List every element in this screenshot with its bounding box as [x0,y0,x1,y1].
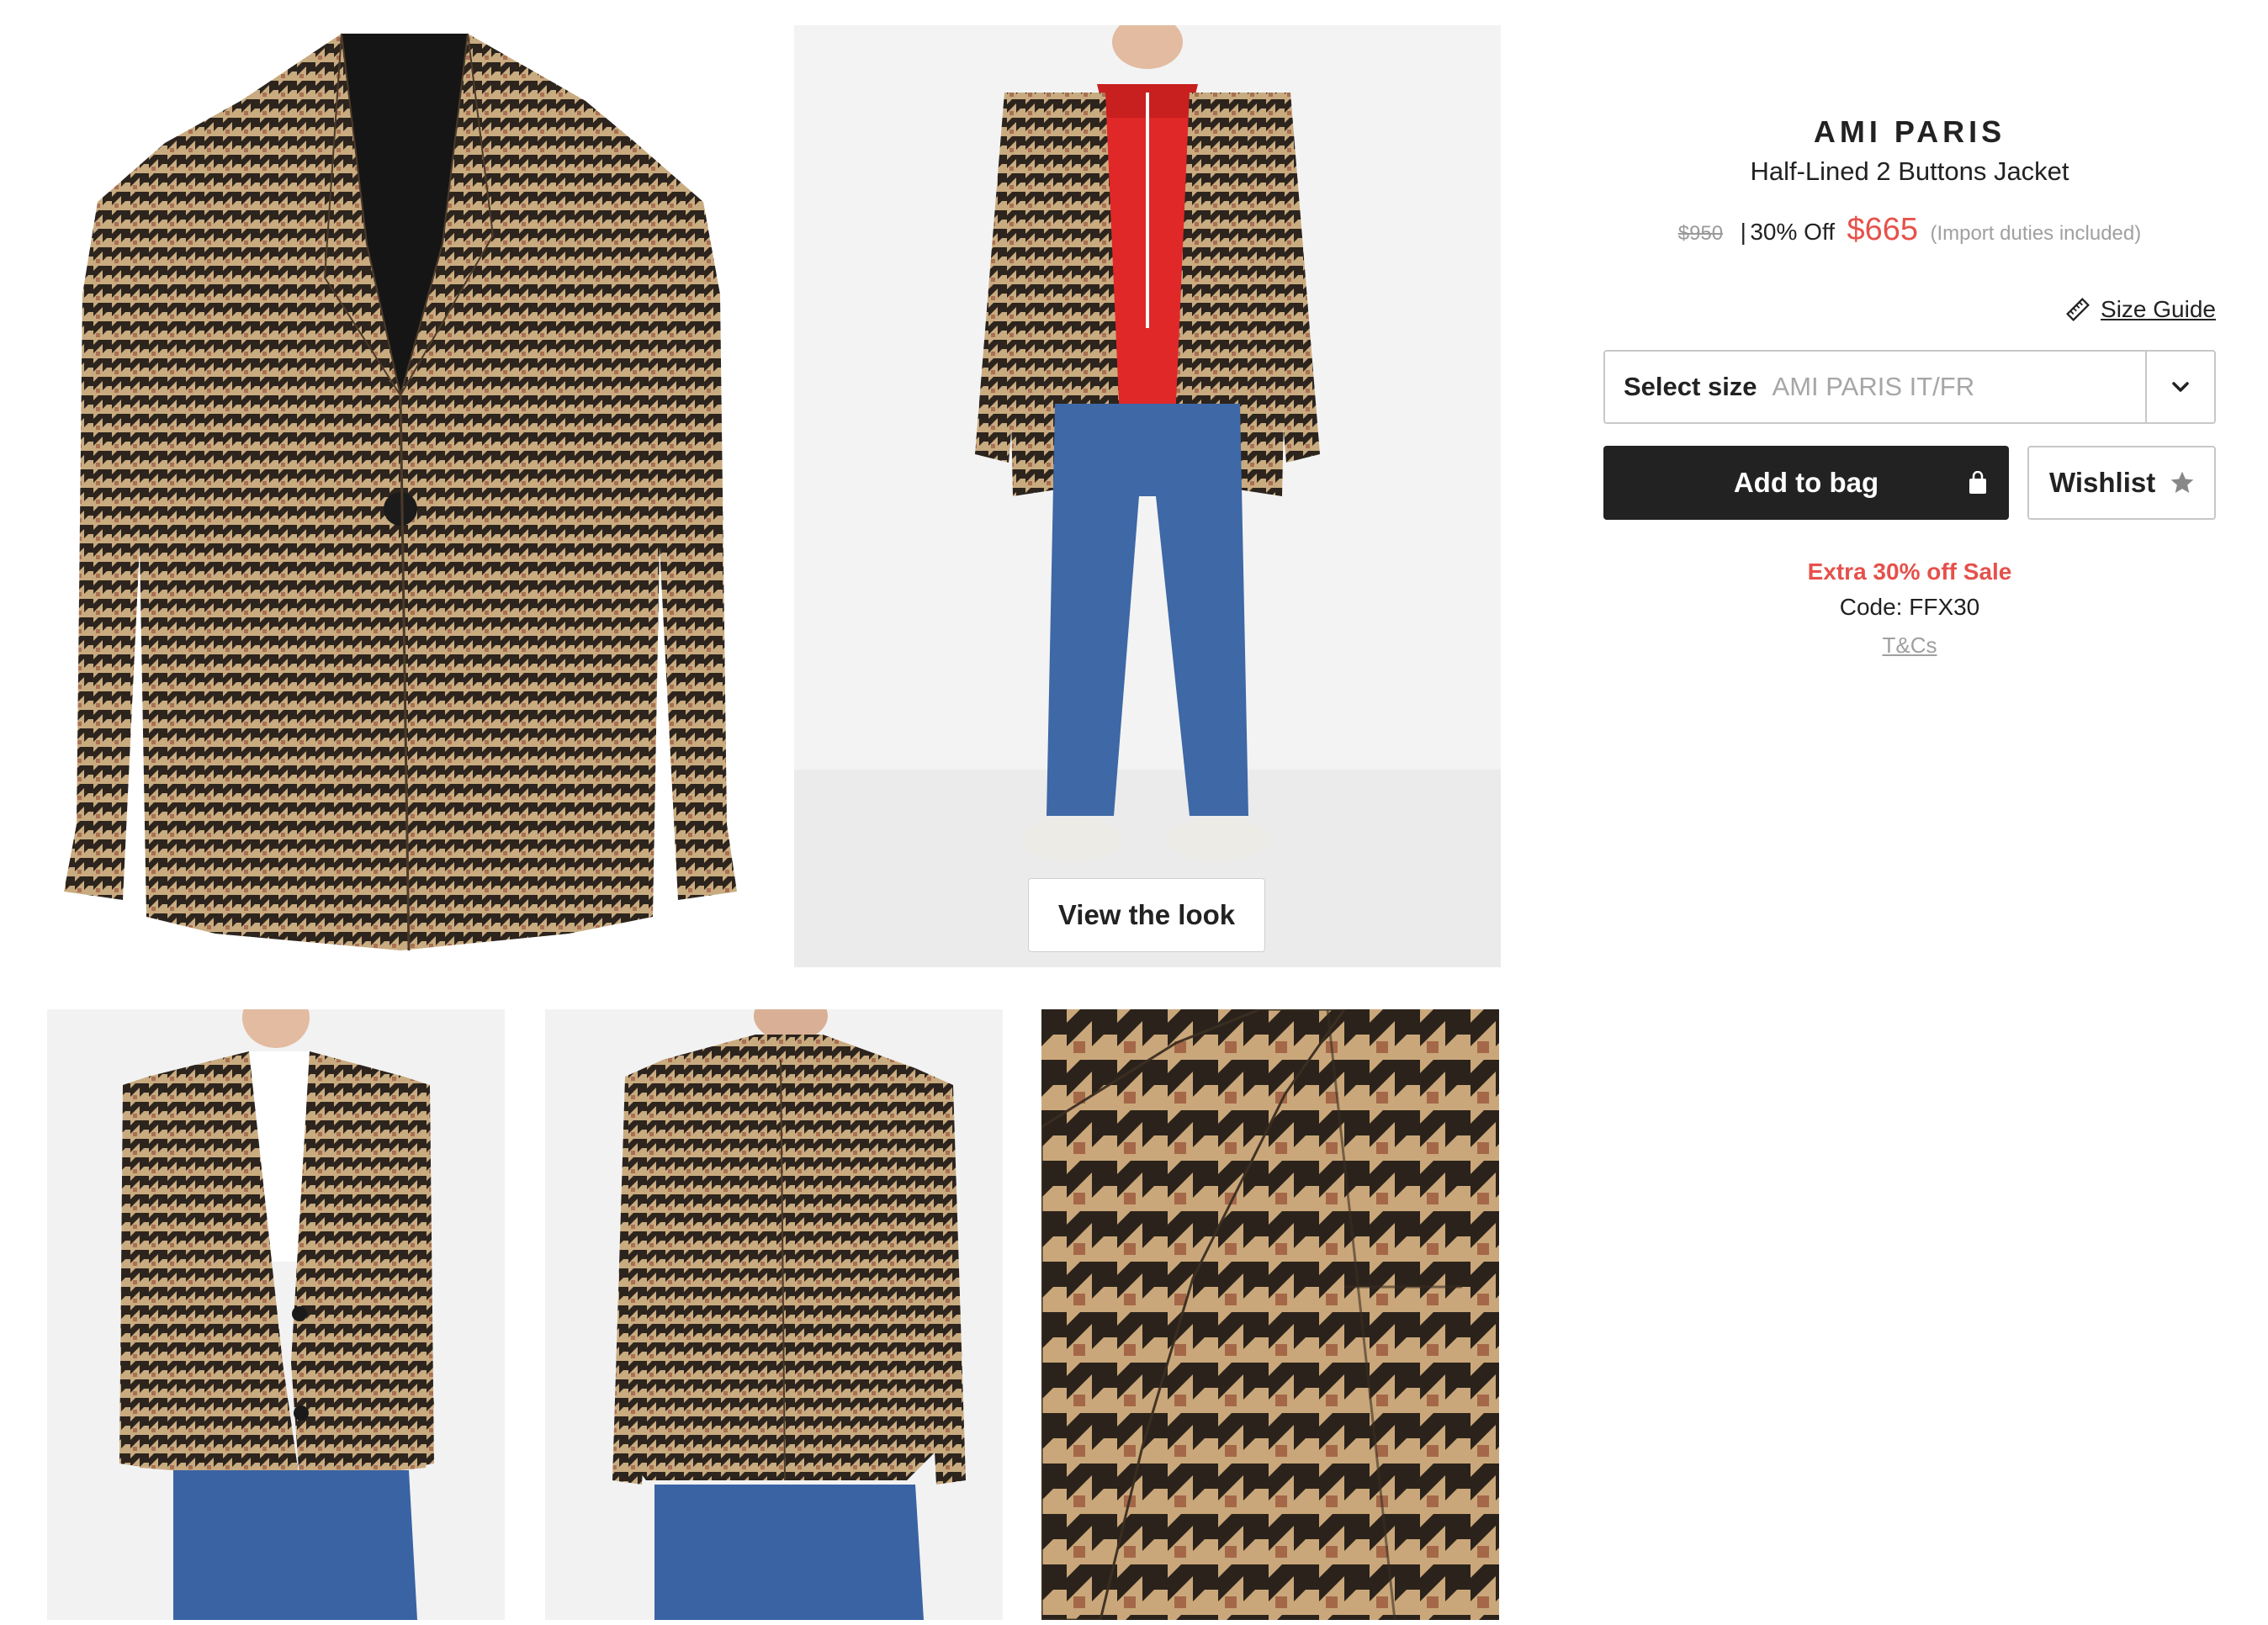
chevron-down-icon [2172,382,2189,392]
price-separator: | [1740,219,1746,245]
terms-and-conditions-link[interactable]: T&Cs [1603,633,2216,659]
product-image-front[interactable] [47,1009,505,1620]
price-row: $950 | 30% Off $665 (Import duties inclu… [1603,212,2216,248]
discount-label: 30% Off [1750,219,1835,245]
product-brand[interactable]: AMI PARIS [1603,114,2216,150]
original-price: $950 [1677,222,1724,245]
dropdown-toggle[interactable] [2145,352,2214,422]
promo-title: Extra 30% off Sale [1807,558,2012,585]
size-guide-link[interactable]: Size Guide [2065,296,2216,323]
import-duties-note: (Import duties included) [1930,222,2142,245]
product-title: Half-Lined 2 Buttons Jacket [1750,156,2069,186]
sale-price: $665 [1847,212,1918,247]
product-image-detail[interactable] [1041,1009,1499,1620]
add-to-bag-button[interactable]: Add to bag [1603,446,2009,520]
star-icon [2170,471,2194,493]
wishlist-button[interactable]: Wishlist [2027,446,2216,520]
ruler-icon [2066,298,2090,321]
view-the-look-button[interactable]: View the look [1028,878,1265,952]
size-guide-label[interactable]: Size Guide [2101,296,2216,323]
size-select-dropdown[interactable]: Select size AMI PARIS IT/FR [1603,350,2216,424]
product-image-model[interactable] [794,25,1501,967]
select-size-label: Select size [1624,372,1757,401]
product-image-main[interactable] [47,25,754,967]
wishlist-label: Wishlist [2049,467,2156,498]
size-system-hint: AMI PARIS IT/FR [1772,372,1975,401]
product-image-back[interactable] [545,1009,1003,1620]
add-to-bag-label: Add to bag [1733,467,1879,498]
shopping-bag-icon [1969,471,1986,494]
promo-code: Code: FFX30 [1839,594,1980,620]
